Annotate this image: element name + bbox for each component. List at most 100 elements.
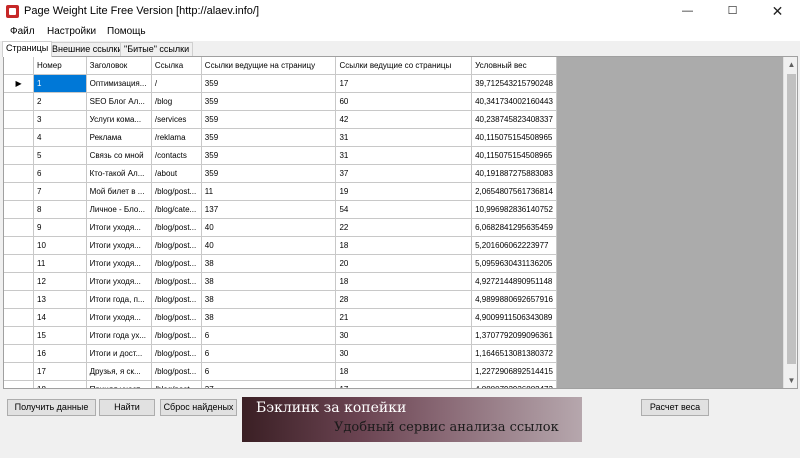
cell-title[interactable]: Связь со мной — [86, 146, 152, 165]
cell-link[interactable]: /blog/post... — [151, 326, 202, 345]
row-header[interactable] — [4, 182, 35, 201]
table-row[interactable]: 3 Услуги кома.../services 359 42 40,23874582… — [4, 110, 557, 129]
column-header-link[interactable]: Ссылка — [151, 57, 202, 75]
cell-weight[interactable]: 4,8880792936882473 — [471, 380, 557, 388]
cell-weight[interactable]: 4,9272144890951148 — [471, 272, 557, 291]
cell-links-out[interactable]: 31 — [335, 128, 473, 147]
cell-link[interactable]: / — [151, 74, 202, 93]
cell-weight[interactable]: 1,2272906892514415 — [471, 362, 557, 381]
cell-link[interactable]: /blog/cate... — [151, 200, 202, 219]
cell-number[interactable]: 17 — [33, 362, 87, 381]
pages-grid[interactable]: Номер Заголовок Ссылка Ссылки ведущие на… — [4, 57, 557, 388]
cell-links-out[interactable]: 21 — [335, 308, 473, 327]
cell-number[interactable]: 5 — [33, 146, 87, 165]
cell-title[interactable]: Итоги уходя... — [86, 272, 152, 291]
cell-title[interactable]: Итоги года ух... — [86, 326, 152, 345]
cell-title[interactable]: Услуги кома... — [86, 110, 152, 129]
cell-links-out[interactable]: 60 — [335, 92, 473, 111]
cell-number[interactable]: 18 — [33, 380, 87, 388]
menu-settings[interactable]: Настройки — [47, 26, 96, 37]
table-row[interactable]: 18 Принял участ.../blog/post... 37 17 4,8880… — [4, 380, 557, 388]
cell-number[interactable]: 1 — [33, 74, 87, 93]
cell-title[interactable]: Итоги уходя... — [86, 218, 152, 237]
cell-number[interactable]: 3 — [33, 110, 87, 129]
row-header[interactable]: ▶ — [4, 74, 35, 93]
table-row[interactable]: 2 SEO Блог Ал.../blog 359 60 40,341734002160… — [4, 92, 557, 111]
scroll-down-arrow-icon[interactable]: ▼ — [784, 373, 797, 388]
cell-weight[interactable]: 10,996982836140752 — [471, 200, 557, 219]
cell-links-in[interactable]: 38 — [201, 272, 337, 291]
cell-link[interactable]: /blog/post... — [151, 380, 202, 388]
row-header[interactable] — [4, 236, 35, 255]
tab-external-links[interactable]: Внешние ссылки — [48, 42, 127, 56]
column-header-links-out[interactable]: Ссылки ведущие со страницы — [335, 57, 473, 75]
cell-link[interactable]: /blog/post... — [151, 362, 202, 381]
column-header-title[interactable]: Заголовок — [86, 57, 152, 75]
row-header[interactable] — [4, 254, 35, 273]
cell-links-in[interactable]: 137 — [201, 200, 337, 219]
cell-link[interactable]: /blog/post... — [151, 182, 202, 201]
row-header[interactable] — [4, 380, 35, 388]
table-row[interactable]: ▶ 1 Оптимизация.../359 17 39,712543215790248 — [4, 74, 557, 93]
cell-weight[interactable]: 1,3707792099096361 — [471, 326, 557, 345]
cell-link[interactable]: /blog/post... — [151, 308, 202, 327]
cell-links-in[interactable]: 359 — [201, 110, 337, 129]
table-row[interactable]: 10 Итоги уходя.../blog/post... 40 18 5,20160… — [4, 236, 557, 255]
cell-weight[interactable]: 40,115075154508965 — [471, 146, 557, 165]
menu-file[interactable]: Файл — [10, 26, 35, 37]
cell-title[interactable]: Друзья, я ск... — [86, 362, 152, 381]
cell-links-in[interactable]: 359 — [201, 92, 337, 111]
cell-link[interactable]: /blog/post... — [151, 344, 202, 363]
row-header[interactable] — [4, 272, 35, 291]
cell-weight[interactable]: 2,0654807561736814 — [471, 182, 557, 201]
cell-links-out[interactable]: 42 — [335, 110, 473, 129]
row-header[interactable] — [4, 146, 35, 165]
cell-link[interactable]: /services — [151, 110, 202, 129]
cell-links-in[interactable]: 6 — [201, 362, 337, 381]
column-header-links-in[interactable]: Ссылки ведущие на страницу — [201, 57, 337, 75]
minimize-button[interactable]: — — [665, 0, 710, 23]
table-row[interactable]: 9 Итоги уходя.../blog/post... 40 22 6,068284… — [4, 218, 557, 237]
row-header[interactable] — [4, 326, 35, 345]
scroll-thumb[interactable] — [787, 74, 796, 364]
cell-title[interactable]: Мой билет в ... — [86, 182, 152, 201]
cell-title[interactable]: Кто-такой Ал... — [86, 164, 152, 183]
cell-link[interactable]: /reklama — [151, 128, 202, 147]
table-row[interactable]: 7 Мой билет в .../blog/post... 11 19 2,06548… — [4, 182, 557, 201]
cell-number[interactable]: 16 — [33, 344, 87, 363]
column-header-number[interactable]: Номер — [33, 57, 87, 75]
cell-links-in[interactable]: 359 — [201, 164, 337, 183]
cell-links-out[interactable]: 18 — [335, 272, 473, 291]
cell-links-in[interactable]: 11 — [201, 182, 337, 201]
cell-link[interactable]: /blog/post... — [151, 254, 202, 273]
cell-link[interactable]: /blog/post... — [151, 290, 202, 309]
cell-links-in[interactable]: 359 — [201, 146, 337, 165]
get-data-button[interactable]: Получить данные — [7, 399, 96, 416]
cell-links-out[interactable]: 18 — [335, 362, 473, 381]
table-row[interactable]: 6 Кто-такой Ал.../about 359 37 40,1918872758… — [4, 164, 557, 183]
cell-links-in[interactable]: 38 — [201, 254, 337, 273]
cell-links-out[interactable]: 30 — [335, 326, 473, 345]
cell-weight[interactable]: 40,115075154508965 — [471, 128, 557, 147]
cell-number[interactable]: 14 — [33, 308, 87, 327]
cell-links-out[interactable]: 54 — [335, 200, 473, 219]
table-row[interactable]: 11 Итоги уходя.../blog/post... 38 20 5,09596… — [4, 254, 557, 273]
cell-title[interactable]: Итоги года, п... — [86, 290, 152, 309]
cell-links-out[interactable]: 22 — [335, 218, 473, 237]
maximize-button[interactable]: ☐ — [710, 0, 755, 23]
cell-links-in[interactable]: 359 — [201, 74, 337, 93]
menu-help[interactable]: Помощь — [107, 26, 146, 37]
table-row[interactable]: 15 Итоги года ух.../blog/post... 6 30 1,3707… — [4, 326, 557, 345]
cell-number[interactable]: 15 — [33, 326, 87, 345]
row-header[interactable] — [4, 128, 35, 147]
cell-links-out[interactable]: 20 — [335, 254, 473, 273]
cell-title[interactable]: Принял участ... — [86, 380, 152, 388]
reset-found-button[interactable]: Сброс найденых — [160, 399, 237, 416]
cell-weight[interactable]: 40,341734002160443 — [471, 92, 557, 111]
cell-links-out[interactable]: 17 — [335, 380, 473, 388]
cell-title[interactable]: Итоги уходя... — [86, 236, 152, 255]
cell-weight[interactable]: 6,0682841295635459 — [471, 218, 557, 237]
cell-weight[interactable]: 40,191887275883083 — [471, 164, 557, 183]
cell-title[interactable]: Реклама — [86, 128, 152, 147]
calc-weight-button[interactable]: Расчет веса — [641, 399, 709, 416]
